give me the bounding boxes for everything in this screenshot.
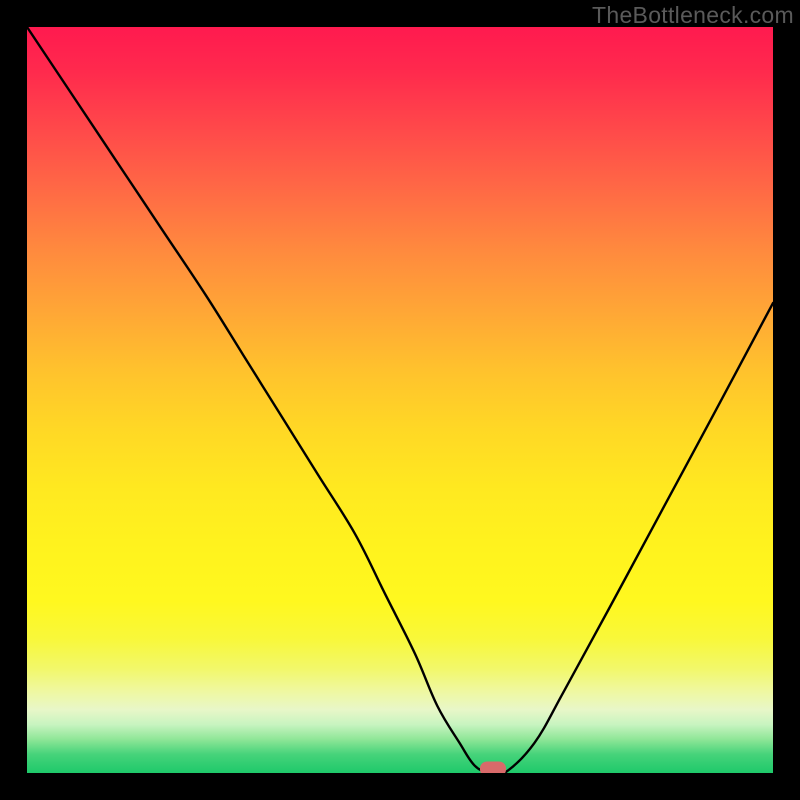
chart-line-series: [27, 27, 773, 773]
chart-plot-area: [27, 27, 773, 773]
bottleneck-curve-path: [27, 27, 773, 773]
watermark-text: TheBottleneck.com: [592, 2, 794, 29]
chart-optimum-marker: [480, 762, 506, 773]
